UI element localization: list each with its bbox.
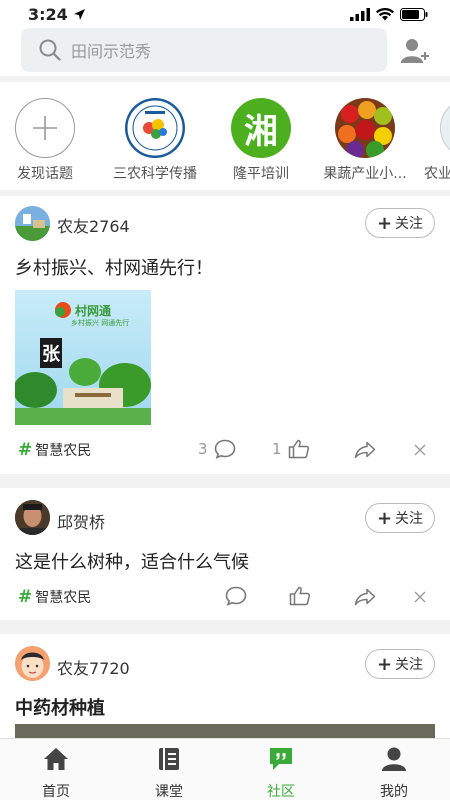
username[interactable]: 农友7720 (57, 655, 130, 679)
tag-label: 智慧农民 (35, 590, 92, 606)
post-card[interactable]: 农友7720 + 关注 中药材种植 (0, 634, 450, 738)
topic-label: 果蔬产业小... (323, 166, 407, 182)
topic-science[interactable]: 三农科学传播 (108, 98, 202, 183)
plus-icon: + (376, 653, 393, 675)
bottom-tab-bar: 首页 课堂 社区 我的 (0, 738, 450, 800)
book-icon (159, 748, 179, 770)
image-calligraphy: 张 (42, 344, 60, 365)
share-icon[interactable] (354, 441, 376, 459)
thumbs-up-icon[interactable] (289, 586, 311, 606)
chat-icon (270, 748, 292, 770)
follow-button[interactable]: + 关注 (365, 208, 435, 238)
topics-row: 发现话题 三农科学传播 湘 隆平培训 果蔬产业小... 农业 (0, 82, 450, 190)
tab-classroom[interactable]: 课堂 (129, 745, 209, 800)
location-arrow-icon (73, 8, 85, 20)
tab-label: 课堂 (155, 784, 183, 800)
image-brand: 村网通 (75, 304, 112, 318)
avatar[interactable] (15, 206, 50, 241)
search-input[interactable]: 田间示范秀 (21, 28, 387, 72)
post-card[interactable]: 农友2764 + 关注 乡村振兴、村网通先行！ 村网通 乡村振兴 网通先行 张 … (0, 196, 450, 474)
wifi-icon (376, 7, 394, 20)
image-subtitle: 乡村振兴 网通先行 (71, 319, 130, 327)
username[interactable]: 农友2764 (57, 213, 130, 237)
search-header: 田间示范秀 (0, 28, 450, 76)
topic-tag[interactable]: # 智慧农民 (18, 440, 91, 460)
partial-icon (440, 98, 450, 158)
post-image[interactable]: 村网通 乡村振兴 网通先行 张 (15, 290, 151, 425)
topic-fruits[interactable]: 果蔬产业小... (318, 98, 412, 183)
comment-count: 3 (198, 440, 208, 458)
search-icon (39, 39, 61, 61)
add-friend-icon[interactable] (400, 38, 430, 64)
tab-label: 社区 (267, 784, 295, 800)
tab-community[interactable]: 社区 (241, 745, 321, 800)
post-text[interactable]: 中药材种植 (15, 694, 105, 720)
topic-label: 发现话题 (17, 166, 73, 182)
topic-label: 隆平培训 (233, 166, 289, 182)
comment-icon[interactable] (225, 586, 247, 606)
battery-icon (400, 7, 428, 21)
like-count: 1 (272, 440, 282, 458)
avatar[interactable] (15, 500, 50, 535)
topic-discover[interactable]: 发现话题 (7, 98, 83, 183)
status-time: 3:24 (28, 5, 86, 24)
tab-label: 我的 (380, 784, 408, 800)
comment-icon (214, 439, 235, 459)
like-button[interactable]: 1 (272, 439, 310, 459)
topic-tag[interactable]: # 智慧农民 (18, 587, 91, 607)
fruits-icon (335, 98, 395, 158)
topic-label: 农业 (424, 166, 450, 182)
post-card[interactable]: 邱贺桥 + 关注 这是什么树种，适合什么气候 # 智慧农民 (0, 488, 450, 620)
topic-longping[interactable]: 湘 隆平培训 (228, 98, 294, 183)
science-logo-icon (125, 98, 185, 158)
follow-label: 关注 (395, 511, 424, 527)
share-icon[interactable] (354, 588, 376, 606)
tab-home[interactable]: 首页 (16, 745, 96, 800)
hash-icon: # (18, 587, 33, 607)
tag-label: 智慧农民 (35, 443, 92, 459)
comment-button[interactable]: 3 (198, 439, 236, 459)
close-icon[interactable] (414, 444, 426, 456)
follow-label: 关注 (395, 657, 424, 673)
follow-label: 关注 (395, 216, 424, 232)
tab-mine[interactable]: 我的 (354, 745, 434, 800)
follow-button[interactable]: + 关注 (365, 649, 435, 679)
follow-button[interactable]: + 关注 (365, 503, 435, 533)
plus-icon: + (376, 212, 393, 234)
topic-agriculture[interactable]: 农业 (424, 98, 450, 183)
username[interactable]: 邱贺桥 (57, 509, 105, 533)
post-image[interactable] (15, 724, 435, 738)
search-placeholder: 田间示范秀 (71, 42, 152, 61)
signal-icon (350, 7, 370, 21)
tab-label: 首页 (42, 784, 70, 800)
plus-icon (15, 98, 75, 158)
hash-icon: # (18, 440, 33, 460)
post-text[interactable]: 乡村振兴、村网通先行！ (15, 254, 213, 280)
post-text[interactable]: 这是什么树种，适合什么气候 (15, 548, 249, 574)
plus-icon: + (376, 507, 393, 529)
logo-text: 湘 (244, 111, 278, 152)
status-bar: 3:24 (0, 0, 450, 28)
topic-label: 三农科学传播 (113, 166, 197, 182)
thumbs-up-icon (288, 439, 309, 459)
home-icon (44, 748, 68, 770)
close-icon[interactable] (414, 591, 426, 603)
status-icons (350, 7, 428, 21)
person-icon (382, 747, 406, 771)
xiang-logo-icon: 湘 (231, 98, 291, 158)
time-text: 3:24 (28, 4, 68, 24)
avatar[interactable] (15, 646, 50, 681)
